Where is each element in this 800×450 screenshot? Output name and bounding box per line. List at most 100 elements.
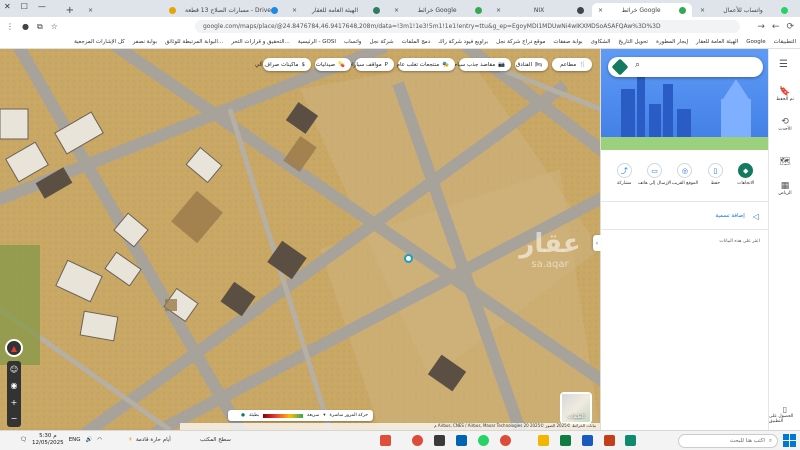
app-icon-edge[interactable] [625, 435, 636, 446]
search-box[interactable]: ⌕ [608, 57, 763, 77]
bookmark-item[interactable]: إيجار المطورة [656, 39, 688, 45]
app-icon-powerpoint[interactable] [604, 435, 615, 446]
windows-icon [783, 434, 789, 440]
bookmark-item[interactable]: الشكاوى [591, 39, 611, 45]
rail-item[interactable]: 🔖 تم الحفظ [769, 87, 800, 102]
clock[interactable]: 5:30 م 12/05/2025 [32, 433, 64, 447]
app-icon-whatsapp[interactable] [478, 435, 489, 446]
browser-tab[interactable]: خرائط Google × [592, 3, 692, 17]
lang-indicator[interactable]: ENG [69, 437, 81, 443]
satellite-map[interactable]: 🍴 مطاعم 🛏 الفنادق 📷 مقاصد جذب سياحية 🎭 منتجعات … [0, 49, 600, 430]
app-icon-photos[interactable] [456, 435, 467, 446]
category-chip[interactable]: 🎭 منتجعات تغلب عام [397, 58, 455, 71]
weather-widget[interactable]: ☀ أيام حارة قادمة [128, 437, 171, 443]
taskbar-search[interactable]: ⌕ اكتب هنا للبحث [678, 434, 778, 448]
action-button[interactable]: ◆ الاتجاهات [733, 163, 759, 186]
profile-icon[interactable]: ● [22, 22, 29, 32]
bookmark-item[interactable]: البوابة المرتبطة للوثائق... [165, 39, 223, 45]
zoom-in-button[interactable]: + [11, 398, 18, 407]
tab-close-icon[interactable]: × [88, 7, 93, 14]
browser-tab[interactable]: الهيئة العامة للعقار × [286, 3, 386, 17]
browser-tab[interactable]: مسارات الصلاح 13 قطعة - Drive× [184, 3, 284, 17]
rail-item[interactable]: ⟲ الأحدث [769, 117, 800, 132]
get-app-link[interactable]: ▯ الحصول على التطبيق [769, 405, 800, 424]
zoom-out-button[interactable]: − [11, 414, 18, 423]
minimize-icon[interactable]: — [38, 2, 46, 11]
category-chip[interactable]: 🍴 مطاعم [552, 58, 592, 71]
compass-button[interactable]: ▲ [5, 339, 23, 357]
bookmark-item[interactable]: موقع دراج شركة نجل [496, 39, 545, 45]
dropdown-icon[interactable]: ▾ [323, 413, 325, 418]
app-icon-excel[interactable] [560, 435, 571, 446]
action-label: الاتجاهات [737, 181, 755, 186]
traffic-legend[interactable]: حركة المرور مباشرة ▾ سريعة بطيئة ● [228, 410, 373, 421]
bookmark-item[interactable]: واتساب [344, 39, 361, 45]
category-chip[interactable]: P مواقف سيارات [347, 58, 394, 71]
tab-close-icon[interactable]: × [394, 7, 399, 14]
category-chip[interactable]: 📷 مقاصد جذب سياحية [449, 58, 511, 71]
bookmark-item[interactable]: كل الإشارات المرجعية [74, 39, 125, 45]
category-chip[interactable]: $ ماكينات صراف آلي [255, 58, 311, 71]
category-chip[interactable]: 🛏 الفنادق [515, 58, 548, 71]
tab-close-icon[interactable]: × [496, 7, 501, 14]
bookmark-item[interactable]: براويع فيود شركة راك [438, 39, 488, 45]
category-chip[interactable]: 💊 صيدليات [315, 58, 351, 71]
traffic-label: حركة المرور مباشرة [329, 413, 368, 418]
new-tab-button[interactable]: + [66, 5, 74, 16]
layers-button[interactable]: الطبقات [560, 392, 592, 424]
notification-icon[interactable]: 🗨 [20, 437, 27, 443]
menu-icon[interactable]: ⋮ [6, 22, 14, 32]
collapse-panel-button[interactable]: ‹ [593, 235, 601, 251]
tab-close-icon[interactable]: × [598, 7, 603, 14]
maximize-icon[interactable]: ☐ [21, 2, 28, 11]
url-input[interactable]: google.com/maps/place/@24.8476784,46.941… [195, 20, 740, 33]
forward-icon[interactable]: ← [772, 22, 780, 32]
back-icon[interactable]: → [757, 22, 765, 32]
action-button[interactable]: ▯ حفظ [702, 163, 728, 186]
browser-tab[interactable]: NIX × [490, 3, 590, 17]
rail-menu-icon[interactable]: ☰ [779, 59, 788, 70]
rail-item[interactable]: 🗺 [769, 157, 800, 167]
rail-item[interactable]: ▦ الرياض [769, 181, 800, 196]
app-icon-chrome-2[interactable] [412, 435, 423, 446]
browser-tab[interactable]: خرائط Google × [388, 3, 488, 17]
search-icon[interactable]: ⌕ [635, 60, 640, 70]
traffic-info-icon[interactable]: ● [241, 413, 245, 418]
browser-tab[interactable]: واتساب للأعمال × [694, 3, 794, 17]
action-button[interactable]: ◎ الموقع القريب [672, 163, 698, 186]
location-pin-icon[interactable] [404, 254, 413, 263]
add-label-row[interactable]: ◁ إضافة تسمية [601, 209, 769, 223]
bookmark-item[interactable]: بوابة صفقات [553, 39, 582, 45]
app-icon-word[interactable] [582, 435, 593, 446]
app-icon-explorer[interactable] [538, 435, 549, 446]
bookmark-item[interactable]: شركة نجل [369, 39, 393, 45]
bookmark-item[interactable]: الرئيسية - GOSI [298, 39, 336, 45]
bookmark-item[interactable]: التطبيقات [774, 39, 796, 45]
bookmark-item[interactable]: بوابة نصفر [133, 39, 157, 45]
browser-tab[interactable]: × [82, 3, 182, 17]
bookmark-item[interactable]: تحويل التاريخ [618, 39, 648, 45]
my-location-icon[interactable]: ◉ [11, 381, 18, 390]
action-button[interactable]: ⤴ مشاركة [611, 163, 637, 186]
app-icon-chrome[interactable] [500, 435, 511, 446]
chip-icon: 🛏 [535, 61, 542, 68]
action-button[interactable]: ▭ الإرسال إلى هاتف [638, 163, 671, 186]
bookmark-item[interactable]: Google [746, 39, 765, 45]
wifi-icon[interactable]: ◠ [97, 437, 102, 443]
close-icon[interactable]: ✕ [4, 2, 11, 11]
directions-icon[interactable] [611, 58, 629, 76]
bookmark-item[interactable]: الهيئة العامة للعقار [696, 39, 738, 45]
reload-icon[interactable]: ⟳ [786, 22, 794, 32]
start-button[interactable] [783, 434, 796, 447]
bookmark-star-icon[interactable]: ☆ [51, 22, 58, 32]
tab-close-icon[interactable]: × [292, 7, 297, 14]
volume-icon[interactable]: 🔊 [86, 437, 93, 443]
app-icon-wps[interactable] [380, 435, 391, 446]
bookmark-item[interactable]: التحقيق و قرارات التحر... [231, 39, 290, 45]
tab-close-icon[interactable]: × [700, 7, 705, 14]
bookmark-item[interactable]: دمج الملفات [402, 39, 431, 45]
app-icon-store[interactable] [434, 435, 445, 446]
extensions-icon[interactable]: ⧉ [37, 22, 43, 32]
pegman-icon[interactable]: ☺ [10, 365, 18, 374]
desktop-label[interactable]: سطح المكتب [200, 437, 231, 443]
